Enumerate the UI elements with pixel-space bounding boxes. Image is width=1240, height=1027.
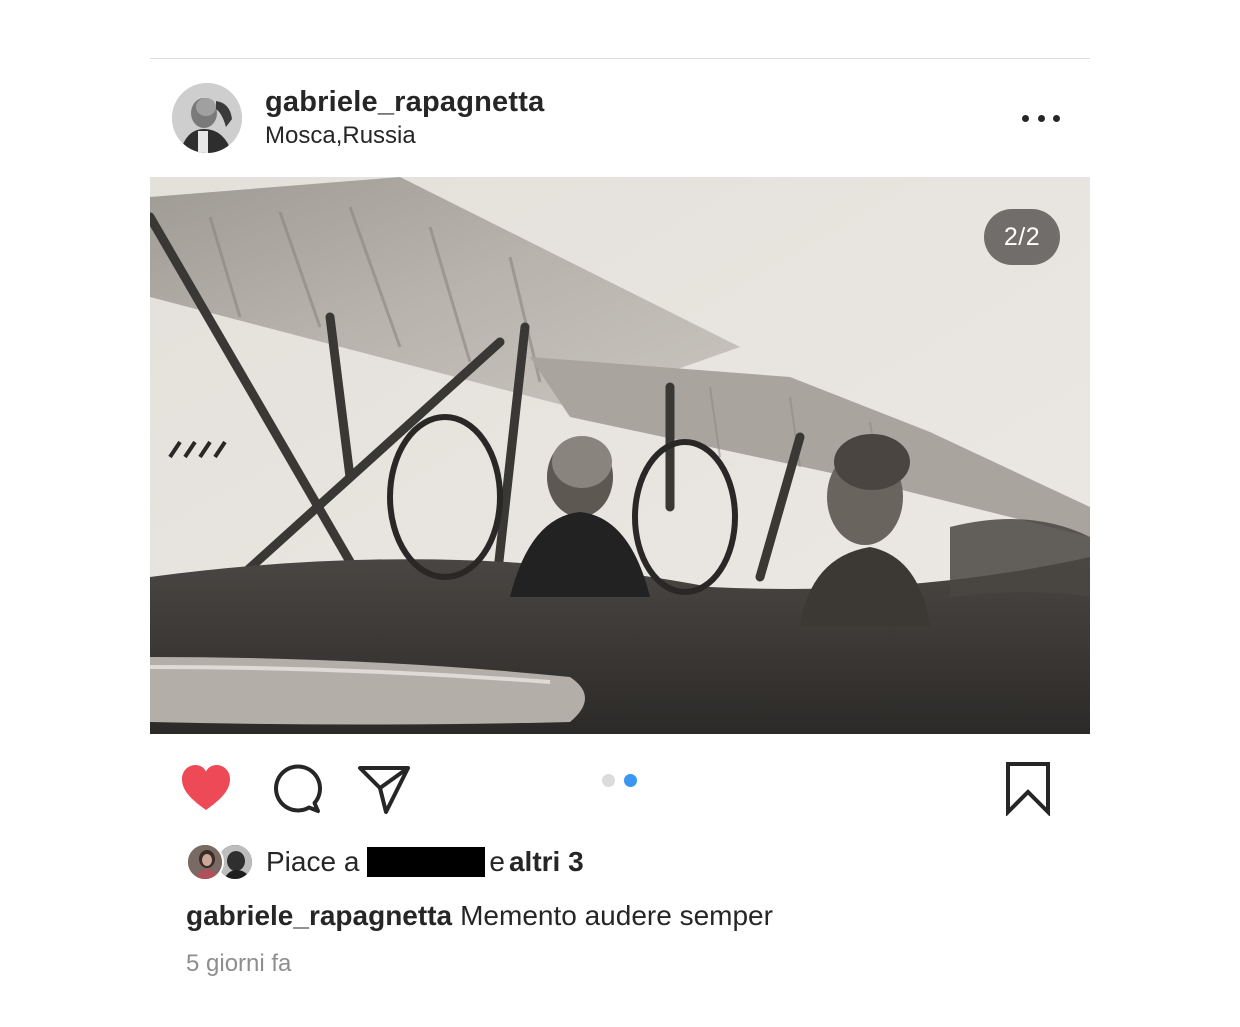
comment-icon[interactable]: [268, 760, 324, 816]
avatar-photo: [172, 83, 242, 153]
carousel-dot: [602, 774, 615, 787]
post-location[interactable]: Mosca,Russia: [265, 120, 544, 152]
caption-username[interactable]: gabriele_rapagnetta: [186, 900, 452, 931]
likes-others-link[interactable]: altri 3: [509, 846, 584, 878]
more-options-icon[interactable]: [1022, 106, 1060, 130]
post-image[interactable]: 2/2: [150, 177, 1090, 734]
carousel-indicator: [602, 774, 637, 787]
more-dot: [1037, 114, 1045, 122]
post-timestamp: 5 giorni fa: [186, 950, 292, 977]
likes-prefix: Piace a: [266, 846, 360, 877]
heart-icon[interactable]: [178, 760, 234, 816]
post-header: gabriele_rapagnetta Mosca,Russia: [150, 78, 1090, 158]
image-counter-badge: 2/2: [984, 209, 1060, 265]
post-caption: gabriele_rapagnetta Memento audere semper: [186, 898, 773, 934]
likes-conjunction: e: [489, 846, 505, 877]
user-block: gabriele_rapagnetta Mosca,Russia: [265, 84, 544, 152]
caption-text: Memento audere semper: [460, 900, 773, 931]
liker-avatar: [186, 843, 224, 881]
carousel-dot-active: [624, 774, 637, 787]
redacted-username: [367, 847, 486, 877]
more-dot: [1022, 114, 1029, 122]
liker-avatars[interactable]: [186, 842, 256, 882]
likes-text: Piace a e altri 3: [266, 846, 584, 878]
biplane-photo: [150, 177, 1090, 734]
post-username[interactable]: gabriele_rapagnetta: [265, 84, 544, 120]
paper-plane-icon[interactable]: [356, 760, 412, 816]
top-divider: [150, 58, 1090, 59]
action-bar: [150, 752, 1090, 824]
bookmark-icon[interactable]: [1000, 760, 1056, 816]
user-avatar[interactable]: [172, 83, 242, 153]
likes-row: Piace a e altri 3: [186, 841, 584, 883]
more-dot: [1053, 114, 1060, 122]
